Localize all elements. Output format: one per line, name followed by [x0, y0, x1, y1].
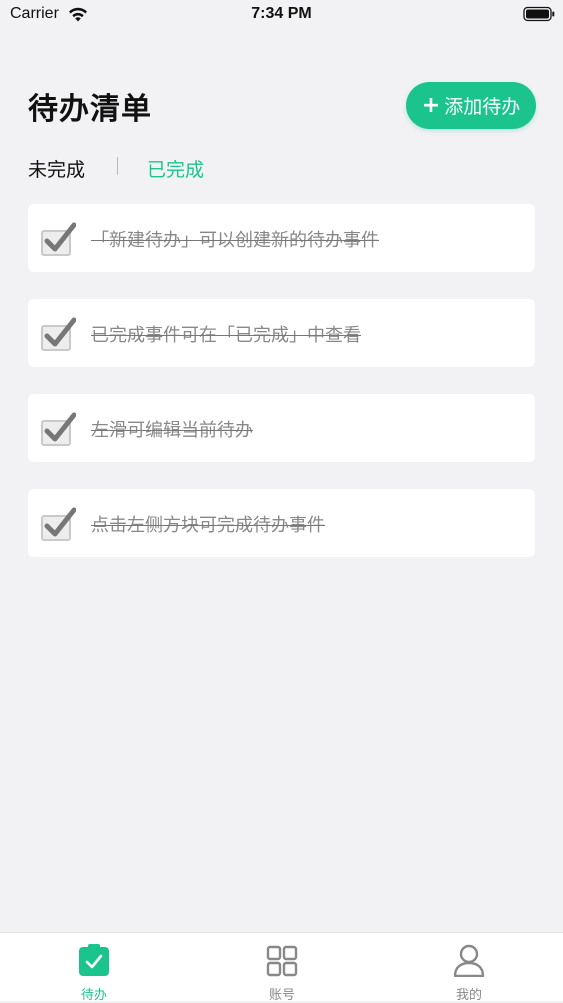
checkbox-checked-icon[interactable]: [40, 411, 76, 447]
tabbar-item-mine[interactable]: 我的: [429, 933, 509, 1003]
task-item[interactable]: 「新建待办」可以创建新的待办事件: [28, 204, 535, 272]
checkbox-checked-icon[interactable]: [40, 316, 76, 352]
status-bar: Carrier 7:34 PM: [0, 0, 563, 30]
battery-icon: [523, 6, 555, 22]
task-item[interactable]: 已完成事件可在「已完成」中查看: [28, 299, 535, 367]
tabbar-label-account: 账号: [268, 988, 295, 1003]
todo-icon: [79, 944, 109, 976]
add-todo-button[interactable]: + 添加待办: [406, 82, 536, 129]
tabbar-label-todo: 待办: [80, 988, 107, 1003]
tabbar-item-account[interactable]: 账号: [242, 933, 322, 1003]
plus-icon: +: [421, 92, 441, 118]
add-todo-label: 添加待办: [444, 96, 521, 118]
tab-completed[interactable]: 已完成: [147, 155, 204, 182]
task-text: 已完成事件可在「已完成」中查看: [91, 325, 361, 346]
task-item[interactable]: 点击左侧方块可完成待办事件: [28, 489, 535, 557]
checkbox-checked-icon[interactable]: [40, 221, 76, 257]
task-text: 左滑可编辑当前待办: [91, 420, 253, 441]
task-item[interactable]: 左滑可编辑当前待办: [28, 394, 535, 462]
bottom-tab-bar: 待办 账号 我的: [0, 932, 563, 1003]
person-icon: [453, 944, 485, 977]
page-title: 待办清单: [28, 92, 152, 127]
task-text: 「新建待办」可以创建新的待办事件: [91, 230, 379, 251]
checkbox-checked-icon[interactable]: [40, 506, 76, 542]
tabbar-label-mine: 我的: [455, 988, 482, 1003]
tab-divider: [117, 157, 118, 175]
grid-icon: [266, 945, 298, 977]
status-time: 7:34 PM: [251, 5, 312, 22]
task-text: 点击左侧方块可完成待办事件: [91, 515, 325, 536]
tab-pending[interactable]: 未完成: [28, 155, 85, 182]
tabbar-item-todo[interactable]: 待办: [54, 933, 134, 1003]
